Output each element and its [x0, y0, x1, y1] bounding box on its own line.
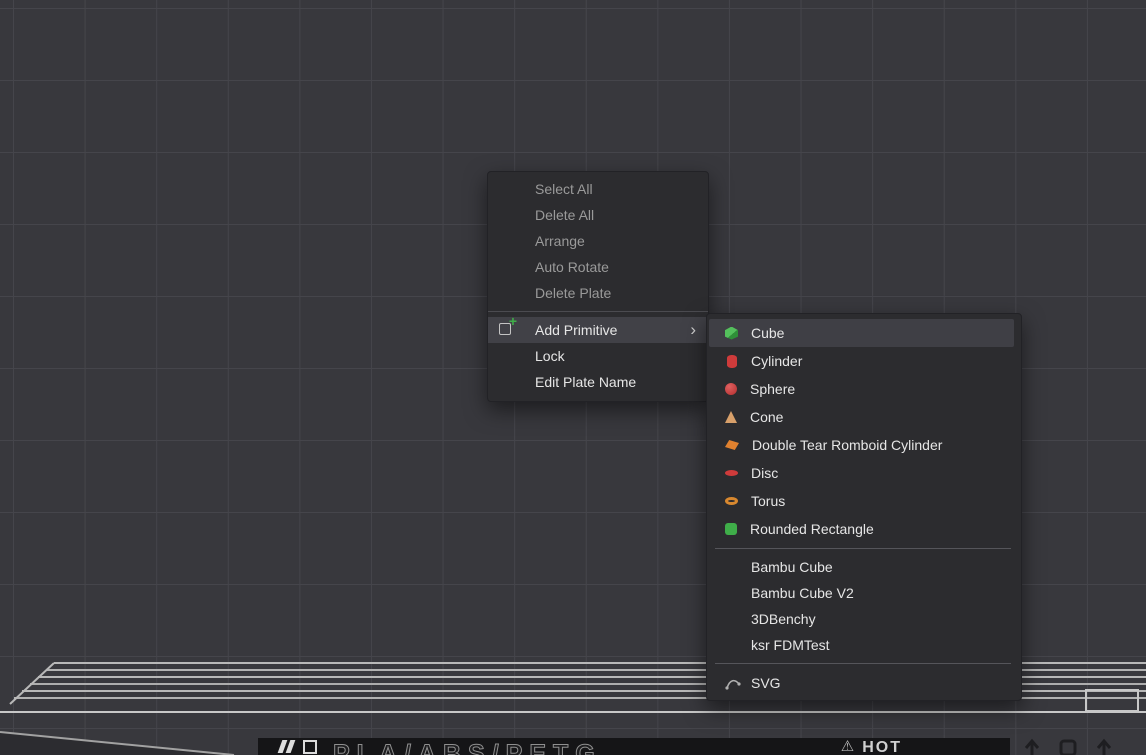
submenu-item-ksr-fdmtest[interactable]: ksr FDMTest [707, 632, 1021, 658]
menu-separator [488, 311, 708, 312]
submenu-item-double-tear-romboid-cylinder[interactable]: Double Tear Romboid Cylinder [707, 431, 1021, 459]
submenu-item-bambu-cube-v2[interactable]: Bambu Cube V2 [707, 580, 1021, 606]
submenu-separator [715, 663, 1011, 664]
submenu-item-label: Disc [751, 465, 778, 481]
menu-item-delete-plate[interactable]: Delete Plate [488, 280, 708, 306]
submenu-item-label: Cylinder [751, 353, 802, 369]
chevron-right-icon: › [690, 317, 696, 343]
cube-icon [725, 327, 738, 340]
submenu-item-label: Torus [751, 493, 785, 509]
hot-label: HOT [862, 738, 902, 755]
submenu-item-bambu-cube[interactable]: Bambu Cube [707, 554, 1021, 580]
menu-item-label: Add Primitive [535, 322, 617, 338]
submenu-item-label: Cube [751, 325, 784, 341]
submenu-item-sphere[interactable]: Sphere [707, 375, 1021, 403]
menu-item-select-all[interactable]: Select All [488, 176, 708, 202]
submenu-item-label: SVG [751, 675, 781, 691]
svg-curve-icon [725, 677, 741, 690]
hot-warning: ⚠ HOT [841, 738, 902, 755]
context-menu: Select All Delete All Arrange Auto Rotat… [487, 171, 709, 402]
submenu-item-cube[interactable]: Cube [709, 319, 1014, 347]
submenu-item-rounded-rectangle[interactable]: Rounded Rectangle [707, 515, 1021, 543]
plate-badge-icon [303, 740, 317, 754]
submenu-item-label: Rounded Rectangle [750, 521, 874, 537]
menu-item-delete-all[interactable]: Delete All [488, 202, 708, 228]
submenu-item-label: Sphere [750, 381, 795, 397]
submenu-item-cylinder[interactable]: Cylinder [707, 347, 1021, 375]
add-primitive-submenu: Cube Cylinder Sphere Cone Double Tear Ro… [706, 313, 1022, 701]
torus-icon [725, 497, 738, 505]
plate-front-strip: PLA/ABS/PETG ⚠ HOT [258, 738, 1010, 755]
submenu-item-3dbenchy[interactable]: 3DBenchy [707, 606, 1021, 632]
double-tear-romboid-cylinder-icon [725, 440, 739, 450]
add-primitive-icon: + [499, 323, 511, 335]
submenu-item-disc[interactable]: Disc [707, 459, 1021, 487]
submenu-item-svg[interactable]: SVG [707, 669, 1021, 697]
menu-item-edit-plate-name[interactable]: Edit Plate Name [488, 369, 708, 395]
cylinder-icon [727, 355, 737, 368]
cone-icon [725, 411, 737, 423]
menu-item-auto-rotate[interactable]: Auto Rotate [488, 254, 708, 280]
plate-surface-text: PLA/ABS/PETG [333, 739, 602, 755]
rounded-square-icon[interactable] [1058, 737, 1078, 755]
arrow-up-icon[interactable] [1094, 737, 1114, 755]
arrow-up-icon[interactable] [1022, 737, 1042, 755]
menu-item-add-primitive[interactable]: + Add Primitive › [488, 317, 708, 343]
submenu-item-label: Cone [750, 409, 783, 425]
menu-item-lock[interactable]: Lock [488, 343, 708, 369]
submenu-item-torus[interactable]: Torus [707, 487, 1021, 515]
sphere-icon [725, 383, 737, 395]
bambu-logo-icon [280, 740, 293, 753]
submenu-item-label: Double Tear Romboid Cylinder [752, 437, 942, 453]
plate-corner-icons[interactable] [1022, 737, 1146, 755]
menu-item-arrange[interactable]: Arrange [488, 228, 708, 254]
rounded-rectangle-icon [725, 523, 737, 535]
disc-icon [725, 470, 738, 476]
viewport-3d[interactable]: PLA/ABS/PETG ⚠ HOT Select All Delete All… [0, 0, 1146, 755]
submenu-item-cone[interactable]: Cone [707, 403, 1021, 431]
submenu-separator [715, 548, 1011, 549]
warning-triangle-icon: ⚠ [841, 738, 854, 755]
